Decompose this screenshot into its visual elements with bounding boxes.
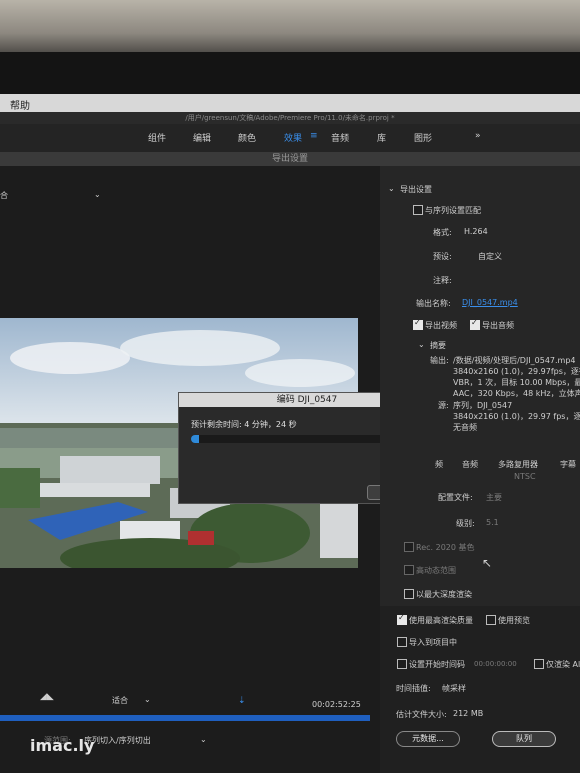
max-depth-checkbox[interactable] — [404, 589, 414, 599]
summary-output-line2: 3840x2160 (1.0)，29.97fps，逐行，0 — [453, 367, 580, 376]
tab-audio-settings[interactable]: 音频 — [462, 459, 478, 470]
timecode-display: 00:02:52:25 — [312, 700, 361, 709]
summary-triangle-icon[interactable]: ⌄ — [418, 340, 425, 349]
tab-more-icon[interactable]: » — [475, 131, 481, 141]
render-alpha-checkbox[interactable] — [534, 659, 544, 669]
start-timecode-checkbox[interactable] — [397, 659, 407, 669]
preset-select[interactable]: 自定义 — [478, 251, 502, 262]
workspace-tabs: 组件 编辑 颜色 效果 ≡ 音频 库 图形 » — [0, 124, 580, 152]
tab-captions[interactable]: 字幕 — [560, 459, 576, 470]
import-project-label: 导入到项目中 — [409, 638, 457, 647]
rec2020-label: Rec. 2020 基色 — [416, 543, 475, 552]
format-label: 格式: — [433, 228, 452, 237]
mouse-cursor-icon: ↖ — [482, 556, 493, 570]
filesize-value: 212 MB — [453, 709, 484, 718]
time-remaining: 预计剩余时间: 4 分钟，24 秒 — [191, 420, 297, 429]
summary-output-label: 输出: — [430, 356, 449, 365]
level-select[interactable]: 5.1 — [486, 518, 499, 527]
progress-bar-fill — [191, 435, 199, 443]
export-audio-label: 导出音频 — [482, 321, 514, 330]
tab-effects[interactable]: 效果 — [284, 131, 302, 144]
hdr-label: 高动态范围 — [416, 566, 456, 575]
export-settings-panel: ⌄ 导出设置 与序列设置匹配 格式: H.264 预设: 自定义 注释: 输出名… — [380, 166, 580, 606]
use-preview-label: 使用预览 — [498, 616, 530, 625]
summary-source-label: 源: — [438, 401, 449, 410]
profile-select[interactable]: 主要 — [486, 492, 502, 503]
match-sequence-label: 与序列设置匹配 — [425, 206, 481, 215]
comment-label: 注释: — [433, 276, 452, 285]
timeline-bar[interactable] — [0, 715, 370, 721]
source-scaling-label: 合 — [0, 191, 8, 200]
use-preview-checkbox[interactable] — [486, 615, 496, 625]
summary-source-line3: 无音频 — [453, 423, 477, 432]
watermark-logo: imac.ly — [30, 736, 95, 755]
summary-output-line3: VBR，1 次，目标 10.00 Mbps，最大 12 — [453, 378, 580, 387]
tab-editing[interactable]: 编辑 — [193, 131, 211, 144]
summary-heading: 摘要 — [430, 341, 446, 350]
import-project-checkbox[interactable] — [397, 637, 407, 647]
summary-output-line4: AAC，320 Kbps，48 kHz，立体声 — [453, 389, 580, 398]
metadata-button[interactable]: 元数据... — [396, 731, 460, 747]
tab-libraries[interactable]: 库 — [377, 131, 386, 144]
tab-graphics[interactable]: 图形 — [414, 131, 432, 144]
match-sequence-checkbox[interactable] — [413, 205, 423, 215]
chevron-down-icon[interactable]: ⌄ — [94, 190, 101, 199]
format-select[interactable]: H.264 — [464, 227, 488, 236]
export-options-panel: 使用最高渲染质量 使用预览 导入到项目中 设置开始时间码 00:00:00:00… — [380, 606, 580, 773]
mark-in-icon[interactable]: ◢◣ — [40, 692, 54, 702]
progress-bar — [191, 435, 391, 443]
fit-select[interactable]: 适合 — [112, 695, 128, 706]
summary-output-line1: /数据/视频/处理后/DJI_0547.mp4 — [453, 356, 576, 365]
hdr-checkbox[interactable] — [404, 565, 414, 575]
range-chevron-down-icon[interactable]: ⌄ — [200, 735, 207, 744]
menu-help[interactable]: 帮助 — [10, 97, 30, 112]
output-name-link[interactable]: DJI_0547.mp4 — [462, 298, 518, 307]
tab-color[interactable]: 颜色 — [238, 131, 256, 144]
collapse-triangle-icon[interactable]: ⌄ — [388, 184, 395, 193]
range-marker-icon[interactable]: ⇣ — [238, 696, 246, 706]
render-alpha-label: 仅渲染 Al — [546, 660, 580, 669]
tab-audio[interactable]: 音频 — [331, 131, 349, 144]
export-dialog-title: 导出设置 — [0, 152, 580, 166]
summary-source-line2: 3840x2160 (1.0)，29.97 fps，逐行， — [453, 412, 580, 421]
time-interpolation-label: 时间插值: — [396, 684, 431, 693]
fit-chevron-down-icon[interactable]: ⌄ — [144, 695, 151, 704]
rec2020-checkbox[interactable] — [404, 542, 414, 552]
time-interpolation-select[interactable]: 帧采样 — [442, 683, 466, 694]
max-depth-label: 以最大深度渲染 — [416, 590, 472, 599]
tab-multiplexer[interactable]: 多路复用器 — [498, 459, 538, 470]
tab-assembly[interactable]: 组件 — [148, 131, 166, 144]
tab-video[interactable]: 频 — [435, 459, 443, 470]
export-video-label: 导出视频 — [425, 321, 457, 330]
preset-label: 预设: — [433, 252, 452, 261]
export-video-checkbox[interactable] — [413, 318, 423, 330]
menu-bar: 帮助 — [0, 94, 580, 112]
export-audio-checkbox[interactable] — [470, 318, 480, 330]
start-timecode-field[interactable]: 00:00:00:00 — [474, 660, 517, 668]
max-quality-checkbox[interactable] — [397, 613, 407, 625]
tab-effects-menu-icon[interactable]: ≡ — [310, 131, 318, 141]
project-path: /用户/greensun/文稿/Adobe/Premiere Pro/11.0/… — [0, 112, 580, 124]
ceiling-background — [0, 0, 580, 60]
queue-button[interactable]: 队列 — [492, 731, 556, 747]
section-export-settings: 导出设置 — [400, 185, 432, 194]
tv-standard-partial: NTSC — [514, 472, 536, 481]
summary-source-line1: 序列，DJI_0547 — [453, 401, 513, 410]
output-name-label: 输出名称: — [416, 299, 451, 308]
filesize-label: 估计文件大小: — [396, 710, 447, 719]
start-timecode-label: 设置开始时间码 — [409, 660, 465, 669]
max-quality-label: 使用最高渲染质量 — [409, 616, 473, 625]
monitor-bezel — [0, 52, 580, 96]
profile-label: 配置文件: — [438, 493, 473, 502]
level-label: 级别: — [456, 519, 475, 528]
